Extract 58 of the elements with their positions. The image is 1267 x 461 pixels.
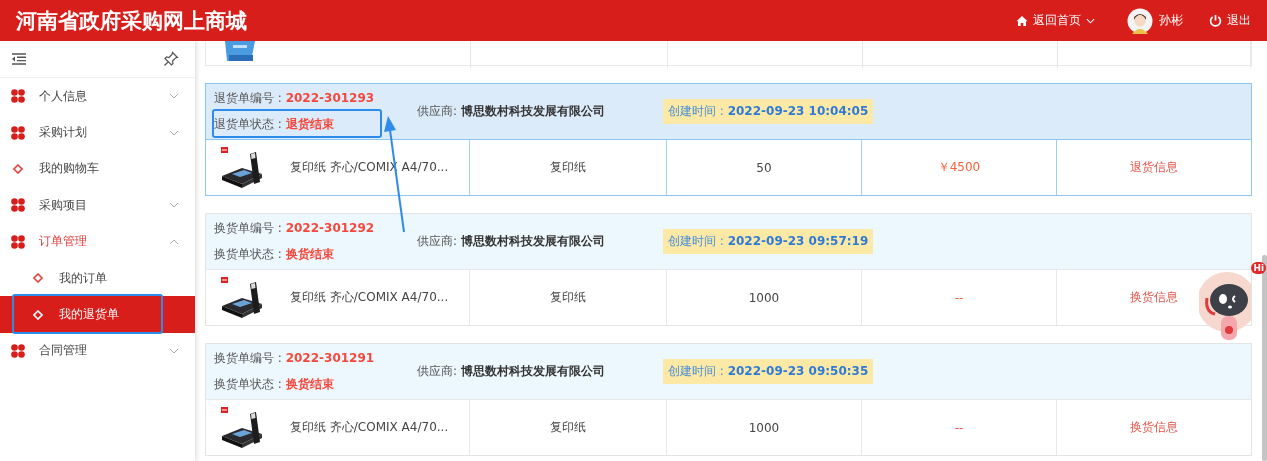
sidebar-item[interactable]: 采购项目: [0, 187, 195, 224]
sidebar-item[interactable]: 个人信息: [0, 78, 195, 115]
pin-icon[interactable]: [163, 51, 179, 67]
chevron-icon: [169, 93, 179, 100]
power-icon: [1209, 14, 1222, 27]
diamond-icon: [33, 273, 43, 284]
clover-icon: [11, 198, 25, 213]
logout-link[interactable]: 退出: [1209, 12, 1251, 29]
chevron-icon: [169, 238, 179, 245]
supplier-name: 供应商: 博思数村科技发展有限公司: [417, 233, 606, 250]
info-link[interactable]: 换货信息: [1130, 289, 1178, 306]
table-cell: 1000: [667, 400, 862, 455]
created-time-badge: 创建时间 : 2022-09-23 09:50:35: [663, 359, 874, 384]
order-status: 退货单状态 : 退货结束: [214, 116, 334, 133]
order-number: 换货单编号 : 2022-301292: [214, 220, 376, 237]
created-time-badge: 创建时间 : 2022-09-23 09:57:19: [663, 229, 874, 254]
table-cell: ￥4500: [862, 140, 1057, 195]
order-number: 换货单编号 : 2022-301291: [214, 350, 376, 367]
clover-icon: [11, 234, 25, 249]
order-status: 换货单状态 : 换货结束: [214, 376, 334, 393]
chevron-icon: [169, 347, 179, 354]
clover-icon: [11, 89, 25, 104]
table-cell: --: [862, 270, 1057, 325]
sidebar-item[interactable]: 我的退货单: [0, 296, 195, 333]
diamond-icon: [13, 163, 23, 174]
clover-icon: [11, 125, 25, 140]
order-status: 换货单状态 : 换货结束: [214, 246, 334, 263]
table-cell: 复印纸: [470, 270, 667, 325]
chevron-icon: [169, 202, 179, 209]
order-number: 退货单编号 : 2022-301293: [214, 90, 376, 107]
site-title: 河南省政府采购网上商城: [16, 6, 247, 35]
table-cell: 复印纸 齐心/COMIX A4/70...: [206, 400, 470, 455]
table-cell: 50: [667, 140, 862, 195]
table-cell: 复印纸: [470, 140, 667, 195]
diamond-icon: [33, 309, 43, 320]
avatar-icon: [1127, 7, 1153, 34]
table-cell: 复印纸 齐心/COMIX A4/70...: [206, 270, 470, 325]
table-cell: --: [862, 400, 1057, 455]
sidebar-item[interactable]: 我的购物车: [0, 150, 195, 188]
user-name[interactable]: 孙彬: [1159, 12, 1183, 29]
sidebar-item[interactable]: 合同管理: [0, 332, 195, 370]
table-cell: 复印纸: [470, 400, 667, 455]
collapse-menu-icon[interactable]: [11, 53, 27, 65]
home-link[interactable]: 返回首页: [1016, 12, 1095, 29]
info-link[interactable]: 退货信息: [1130, 159, 1178, 176]
created-time-badge: 创建时间 : 2022-09-23 10:04:05: [663, 99, 874, 124]
chevron-icon: [169, 129, 179, 136]
sidebar-item[interactable]: 我的订单: [0, 259, 195, 297]
sidebar-item[interactable]: 采购计划: [0, 114, 195, 151]
info-link[interactable]: 换货信息: [1130, 419, 1178, 436]
clover-icon: [11, 343, 25, 358]
caret-icon: [1086, 17, 1095, 24]
scrollbar[interactable]: [1262, 255, 1267, 461]
supplier-name: 供应商: 博思数村科技发展有限公司: [417, 363, 606, 380]
table-cell: 1000: [667, 270, 862, 325]
supplier-name: 供应商: 博思数村科技发展有限公司: [417, 103, 606, 120]
sidebar-item[interactable]: 订单管理: [0, 223, 195, 260]
home-icon: [1016, 14, 1028, 27]
